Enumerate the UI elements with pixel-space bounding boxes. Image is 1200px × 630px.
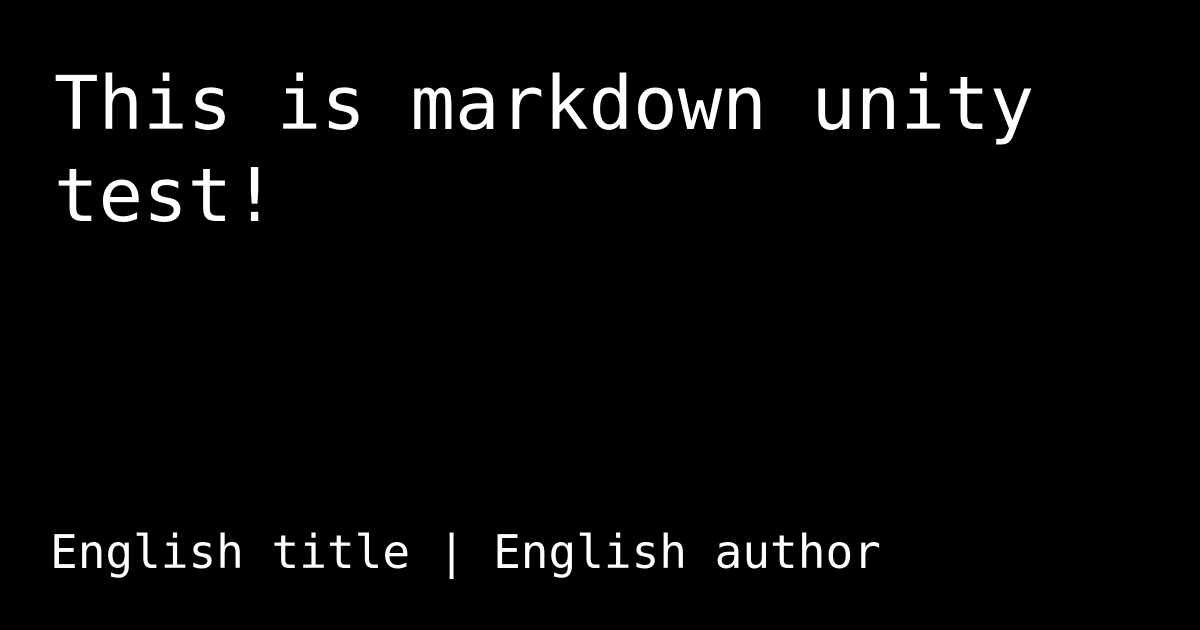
card-title: This is markdown unity test! [54,61,1035,239]
card-footer-meta: English title | English author [50,525,881,579]
social-card: This is markdown unity test! English tit… [0,0,1200,630]
